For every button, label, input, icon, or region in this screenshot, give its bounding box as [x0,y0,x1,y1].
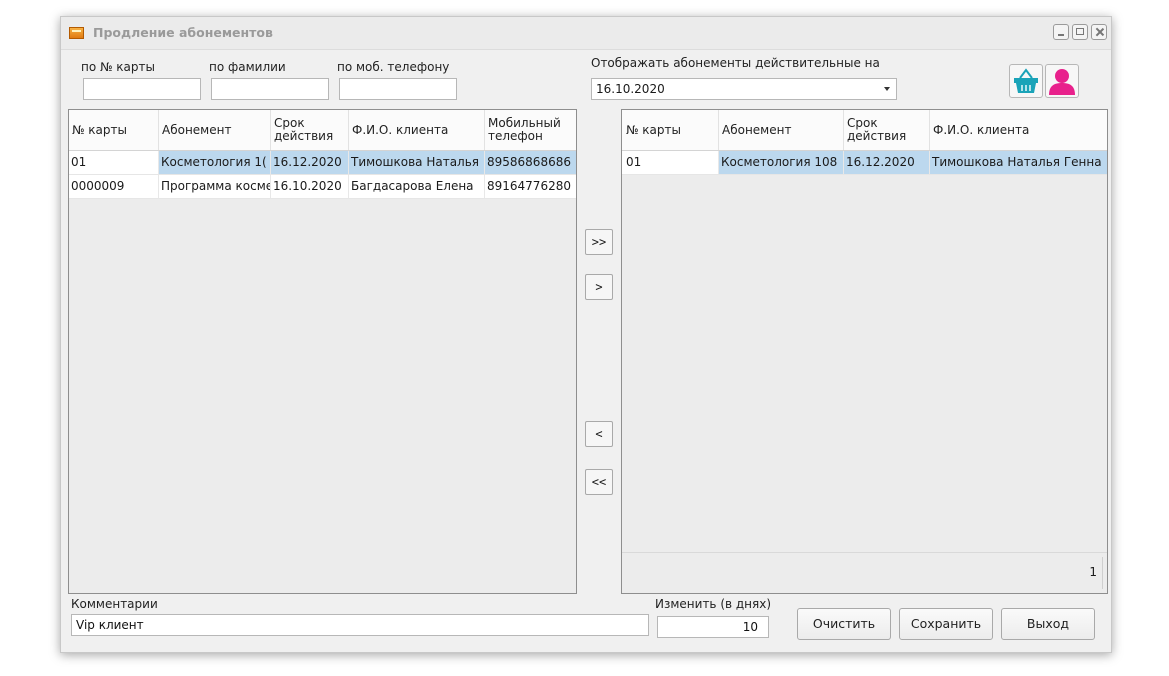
cell-subscription: Косметология 1( [159,151,271,174]
card-filter-input[interactable] [83,78,201,100]
window-title: Продление абонементов [93,25,273,40]
col-subscription[interactable]: Абонемент [159,110,271,150]
cell-term: 16.12.2020 [844,151,930,174]
client-button[interactable] [1045,64,1079,98]
cell-subscription: Косметология 108 [719,151,844,174]
table-row[interactable]: 01 Косметология 1( 16.12.2020 Тимошкова … [69,151,576,175]
col-term[interactable]: Срок действия [271,110,349,150]
surname-filter-input[interactable] [211,78,329,100]
exit-button[interactable]: Выход [1001,608,1095,640]
phone-filter-label: по моб. телефону [337,60,450,74]
col-phone[interactable]: Мобильный телефон [485,110,576,150]
move-right-button[interactable]: > [585,274,613,300]
surname-filter-label: по фамилии [209,60,286,74]
available-subscriptions-grid[interactable]: № карты Абонемент Срок действия Ф.И.О. к… [68,109,577,594]
clear-button[interactable]: Очистить [797,608,891,640]
col-client[interactable]: Ф.И.О. клиента [349,110,485,150]
basket-button[interactable] [1009,64,1043,98]
cell-phone: 89164776280 [485,175,576,198]
col-term[interactable]: Срок действия [844,110,930,150]
cell-phone: 89586868686 [485,151,576,174]
selected-subscriptions-grid[interactable]: № карты Абонемент Срок действия Ф.И.О. к… [621,109,1108,594]
table-row[interactable]: 01 Косметология 108 16.12.2020 Тимошкова… [622,151,1107,175]
card-filter-label: по № карты [81,60,155,74]
cell-card: 0000009 [69,175,159,198]
title-bar[interactable]: Продление абонементов [61,17,1111,50]
grid-footer: 1 [622,552,1107,593]
change-days-label: Изменить (в днях) [655,597,772,611]
chevron-down-icon [884,87,890,91]
phone-filter-input[interactable] [339,78,457,100]
cell-subscription: Программа косме [159,175,271,198]
renewal-window: Продление абонементов по № карты по фами… [60,16,1112,653]
save-button[interactable]: Сохранить [899,608,993,640]
comments-input[interactable]: Vip клиент [71,614,649,636]
col-subscription[interactable]: Абонемент [719,110,844,150]
maximize-button[interactable] [1072,24,1088,40]
cell-term: 16.10.2020 [271,175,349,198]
col-card[interactable]: № карты [622,110,719,150]
col-client[interactable]: Ф.И.О. клиента [930,110,1107,150]
grid-header: № карты Абонемент Срок действия Ф.И.О. к… [69,110,576,151]
move-left-button[interactable]: < [585,421,613,447]
move-all-left-button[interactable]: << [585,469,613,495]
cell-term: 16.12.2020 [271,151,349,174]
close-button[interactable] [1091,24,1107,40]
client-icon [1049,69,1075,95]
date-filter-value: 16.10.2020 [596,82,665,96]
date-filter-label: Отображать абонементы действительные на [591,56,880,70]
cell-card: 01 [69,151,159,174]
grid-header: № карты Абонемент Срок действия Ф.И.О. к… [622,110,1107,151]
cell-client: Багдасарова Елена [349,175,485,198]
cell-card: 01 [622,151,719,174]
change-days-input[interactable]: 10 [657,616,769,638]
minimize-button[interactable] [1053,24,1069,40]
move-all-right-button[interactable]: >> [585,229,613,255]
app-icon [69,27,84,39]
row-count: 1 [1089,565,1097,579]
table-row[interactable]: 0000009 Программа косме 16.10.2020 Багда… [69,175,576,199]
cell-client: Тимошкова Наталья [349,151,485,174]
col-card[interactable]: № карты [69,110,159,150]
basket-icon [1014,68,1038,93]
comments-label: Комментарии [71,597,158,611]
cell-client: Тимошкова Наталья Генна [930,151,1107,174]
date-filter-select[interactable]: 16.10.2020 [591,78,897,100]
